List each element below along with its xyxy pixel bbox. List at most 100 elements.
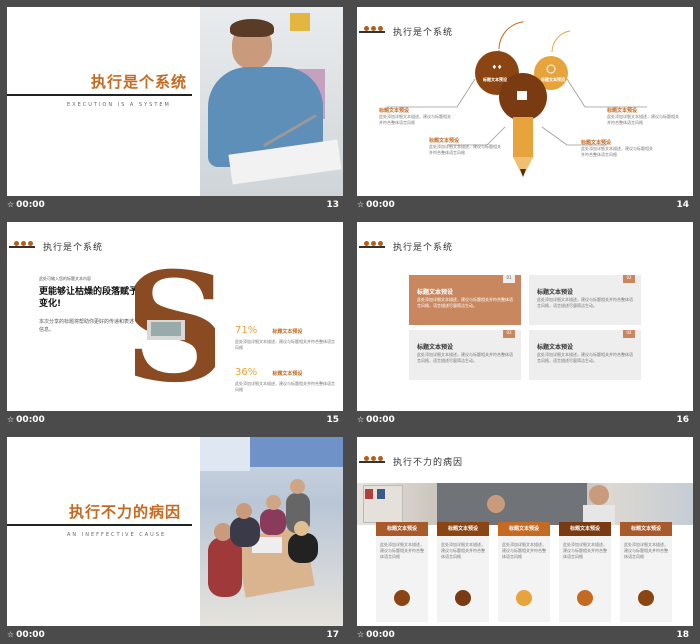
card-body: 此处添加详细文本描述，建议与标题相关并符合整体语言风格，语言描述尽量简洁生动。 xyxy=(537,297,633,308)
slide-header: 执行不力的病因 xyxy=(393,458,464,468)
column-3: 标题文本预设 此处添加详细文本描述，建议与标题相关并符合整体语言风格 xyxy=(498,522,550,622)
slide-number: 14 xyxy=(676,200,689,210)
card-2: 02 标题文本预设 此处添加详细文本描述，建议与标题相关并符合整体语言风格，语言… xyxy=(529,275,641,325)
small-heading: 此处可输入您的标题文本内容 xyxy=(39,276,91,281)
card-tag: 04 xyxy=(623,330,635,338)
header-line xyxy=(359,461,385,463)
card-body: 此处添加详细文本描述，建议与标题相关并符合整体语言风格，语言描述尽量简洁生动。 xyxy=(537,352,633,363)
column-body: 此处添加详细文本描述，建议与标题相关并符合整体语言风格 xyxy=(380,542,424,559)
column-body: 此处添加详细文本描述，建议与标题相关并符合整体语言风格 xyxy=(563,542,607,559)
column-title: 标题文本预设 xyxy=(620,522,672,536)
column-body: 此处添加详细文本描述，建议与标题相关并符合整体语言风格 xyxy=(624,542,668,559)
slide-18: 执行不力的病因 标题文本预设 此处添加详细文本描述，建议与标题相关并符合整体语言… xyxy=(357,437,693,626)
callout-body: 此处添加详细文本描述，建议与标题相关并符合整体语言风格 xyxy=(429,144,501,155)
card-3: 03 标题文本预设 此处添加详细文本描述，建议与标题相关并符合整体语言风格，语言… xyxy=(409,330,521,380)
slide-subtitle: EXECUTION IS A SYSTEM xyxy=(67,102,171,108)
circle-label-left: 标题文本预设 xyxy=(483,77,507,82)
timing: ☆ 00:00 xyxy=(357,630,395,640)
card-body: 此处添加详细文本描述，建议与标题相关并符合整体语言风格，语言描述尽量简洁生动。 xyxy=(417,352,513,363)
slide-16: 执行是个系统 01 标题文本预设 此处添加详细文本描述，建议与标题相关并符合整体… xyxy=(357,222,693,411)
star-icon: ☆ xyxy=(7,630,15,639)
card-1: 01 标题文本预设 此处添加详细文本描述，建议与标题相关并符合整体语言风格，语言… xyxy=(409,275,521,325)
slide-14: 执行是个系统 ♦♦ 标题文本预设 标题文本预设 标题文本预设 此处添加详细文本描… xyxy=(357,7,693,196)
slide-thumb-16[interactable]: 执行是个系统 01 标题文本预设 此处添加详细文本描述，建议与标题相关并符合整体… xyxy=(357,222,693,429)
photo-office-strip xyxy=(357,483,693,525)
timing: ☆ 00:00 xyxy=(357,200,395,210)
column-1: 标题文本预设 此处添加详细文本描述，建议与标题相关并符合整体语言风格 xyxy=(376,522,428,622)
card-tag: 02 xyxy=(623,275,635,283)
card-tag: 03 xyxy=(503,330,515,338)
header-line xyxy=(9,246,35,248)
slide-number: 15 xyxy=(326,415,339,425)
photo-team-meeting xyxy=(200,437,343,626)
callout-body: 此处添加详细文本描述，建议与标题相关并符合整体语言风格 xyxy=(581,146,653,157)
timing: ☆ 00:00 xyxy=(7,415,45,425)
column-title: 标题文本预设 xyxy=(437,522,489,536)
slide-title: 执行不力的病因 xyxy=(69,503,182,521)
header-line xyxy=(359,246,385,248)
card-tag: 01 xyxy=(503,275,515,283)
slide-thumb-18[interactable]: 执行不力的病因 标题文本预设 此处添加详细文本描述，建议与标题相关并符合整体语言… xyxy=(357,437,693,644)
card-body: 此处添加详细文本描述，建议与标题相关并符合整体语言风格，语言描述尽量简洁生动。 xyxy=(417,297,513,308)
slide-meta: ☆ 00:00 13 xyxy=(7,196,343,214)
star-icon: ☆ xyxy=(357,415,365,424)
callout-title: 标题文本预设 xyxy=(429,138,460,144)
card-4: 04 标题文本预设 此处添加详细文本描述，建议与标题相关并符合整体语言风格，语言… xyxy=(529,330,641,380)
stat-1: 71% 标题文本预设 此处添加详细文本描述，建议与标题相关并符合整体语言风格 xyxy=(235,318,335,351)
callout-body: 此处添加详细文本描述，建议与标题相关并符合整体语言风格 xyxy=(607,114,679,125)
svg-text:♦♦: ♦♦ xyxy=(492,64,503,71)
stat-label: 标题文本预设 xyxy=(272,329,303,335)
slide-thumb-17[interactable]: 执行不力的病因 AN INEFFECTIVE CAUSE ☆ 00:00 17 xyxy=(7,437,343,644)
callout-right-top: 标题文本预设 此处添加详细文本描述，建议与标题相关并符合整体语言风格 xyxy=(607,107,679,126)
slide-subtitle: AN INEFFECTIVE CAUSE xyxy=(67,532,167,538)
slide-meta: ☆ 00:00 15 xyxy=(7,411,343,429)
star-icon: ☆ xyxy=(7,415,15,424)
stat-body: 此处添加详细文本描述，建议与标题相关并符合整体语言风格 xyxy=(235,339,335,350)
slide-title: 执行是个系统 xyxy=(91,73,188,91)
slide-17: 执行不力的病因 AN INEFFECTIVE CAUSE xyxy=(7,437,343,626)
slide-meta: ☆ 00:00 18 xyxy=(357,626,693,644)
headline-desc: 本次分享的标题将帮助你更好的传递和表述信息。 xyxy=(39,319,135,333)
callout-left-bottom: 标题文本预设 此处添加详细文本描述，建议与标题相关并符合整体语言风格 xyxy=(429,137,501,156)
callout-title: 标题文本预设 xyxy=(581,140,612,146)
column-body: 此处添加详细文本描述，建议与标题相关并符合整体语言风格 xyxy=(502,542,546,559)
column-2: 标题文本预设 此处添加详细文本描述，建议与标题相关并符合整体语言风格 xyxy=(437,522,489,622)
user-icon xyxy=(455,590,471,606)
column-title: 标题文本预设 xyxy=(559,522,611,536)
slide-15: 执行是个系统 此处可输入您的标题文本内容 更能够让枯燥的段落赋予变化! 本次分享… xyxy=(7,222,343,411)
star-icon: ☆ xyxy=(357,630,365,639)
big-s-graphic: S xyxy=(135,262,215,392)
user-icon xyxy=(394,590,410,606)
circle-label-right: 标题文本预设 xyxy=(541,77,565,82)
title-divider xyxy=(7,524,192,526)
column-5: 标题文本预设 此处添加详细文本描述，建议与标题相关并符合整体语言风格 xyxy=(620,522,672,622)
slide-header: 执行是个系统 xyxy=(393,243,454,253)
photo-man-at-desk xyxy=(200,7,343,196)
star-icon: ☆ xyxy=(7,200,15,209)
stat-value: 71% xyxy=(235,325,258,336)
user-icon xyxy=(516,590,532,606)
slide-header: 执行是个系统 xyxy=(43,243,104,253)
slide-thumb-14[interactable]: 执行是个系统 ♦♦ 标题文本预设 标题文本预设 标题文本预设 此处添加详细文本描… xyxy=(357,7,693,214)
callout-title: 标题文本预设 xyxy=(379,108,410,114)
card-title: 标题文本预设 xyxy=(417,289,454,296)
column-title: 标题文本预设 xyxy=(498,522,550,536)
timing: ☆ 00:00 xyxy=(7,630,45,640)
slide-number: 13 xyxy=(326,200,339,210)
slide-thumb-15[interactable]: 执行是个系统 此处可输入您的标题文本内容 更能够让枯燥的段落赋予变化! 本次分享… xyxy=(7,222,343,429)
user-icon xyxy=(577,590,593,606)
callout-body: 此处添加详细文本描述，建议与标题相关并符合整体语言风格 xyxy=(379,114,451,125)
slide-number: 17 xyxy=(326,630,339,640)
card-title: 标题文本预设 xyxy=(537,289,574,296)
stat-value: 36% xyxy=(235,367,258,378)
stat-body: 此处添加详细文本描述，建议与标题相关并符合整体语言风格 xyxy=(235,381,335,392)
diagram-graphic: ♦♦ xyxy=(387,21,647,177)
callout-right-bottom: 标题文本预设 此处添加详细文本描述，建议与标题相关并符合整体语言风格 xyxy=(581,139,653,158)
card-title: 标题文本预设 xyxy=(537,344,574,351)
slide-number: 16 xyxy=(676,415,689,425)
slide-thumb-13[interactable]: 执行是个系统 EXECUTION IS A SYSTEM ☆ 00:00 13 xyxy=(7,7,343,214)
timing: ☆ 00:00 xyxy=(7,200,45,210)
callout-title: 标题文本预设 xyxy=(607,108,638,114)
slide-meta: ☆ 00:00 14 xyxy=(357,196,693,214)
column-4: 标题文本预设 此处添加详细文本描述，建议与标题相关并符合整体语言风格 xyxy=(559,522,611,622)
